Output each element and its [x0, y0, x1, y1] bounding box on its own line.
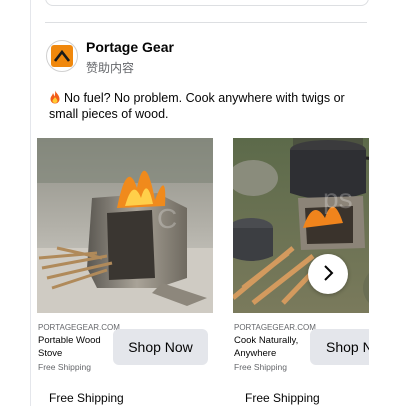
card-title[interactable]: Cook Naturally, Anywhere — [234, 334, 310, 360]
avatar[interactable] — [46, 40, 78, 72]
card-footer-shipping: Free Shipping — [245, 391, 320, 405]
post-text: No fuel? No problem. Cook anywhere with … — [49, 91, 345, 121]
post-text-block: No fuel? No problem. Cook anywhere with … — [49, 90, 359, 122]
previous-post-edge — [45, 0, 369, 6]
portage-gear-logo-icon — [51, 45, 73, 67]
wood-stove-photo[interactable]: C — [37, 138, 213, 313]
stove-with-pot-photo[interactable]: ps — [233, 138, 369, 313]
card-footer-shipping: Free Shipping — [49, 391, 124, 405]
page-name[interactable]: Portage Gear — [86, 39, 174, 55]
shop-now-button[interactable]: Shop N — [310, 329, 369, 365]
chevron-right-icon — [322, 264, 334, 284]
carousel-card[interactable]: ps PORTAGEGEAR.COM Cook Naturally, Anywh… — [233, 138, 369, 406]
sponsored-label[interactable]: 赞助内容 — [86, 59, 134, 76]
card-details[interactable]: PORTAGEGEAR.COM Cook Naturally, Anywhere… — [233, 313, 369, 373]
carousel-card[interactable]: C PORTAGEGEAR.COM Portable Wood Stove Fr… — [37, 138, 213, 406]
card-domain: PORTAGEGEAR.COM — [38, 323, 120, 332]
card-shipping-note: Free Shipping — [234, 362, 287, 372]
divider — [45, 22, 367, 23]
svg-text:ps: ps — [323, 183, 353, 214]
svg-text:C: C — [157, 203, 177, 234]
fire-emoji-icon — [49, 90, 61, 104]
card-title[interactable]: Portable Wood Stove — [38, 334, 114, 360]
card-details[interactable]: PORTAGEGEAR.COM Portable Wood Stove Free… — [37, 313, 213, 373]
carousel-next-button[interactable] — [308, 254, 348, 294]
card-shipping-note: Free Shipping — [38, 362, 91, 372]
product-carousel[interactable]: C PORTAGEGEAR.COM Portable Wood Stove Fr… — [37, 138, 369, 406]
card-domain: PORTAGEGEAR.COM — [234, 323, 316, 332]
ad-post: Portage Gear 赞助内容 No fuel? No problem. C… — [30, 0, 375, 406]
shop-now-button[interactable]: Shop Now — [113, 329, 208, 365]
